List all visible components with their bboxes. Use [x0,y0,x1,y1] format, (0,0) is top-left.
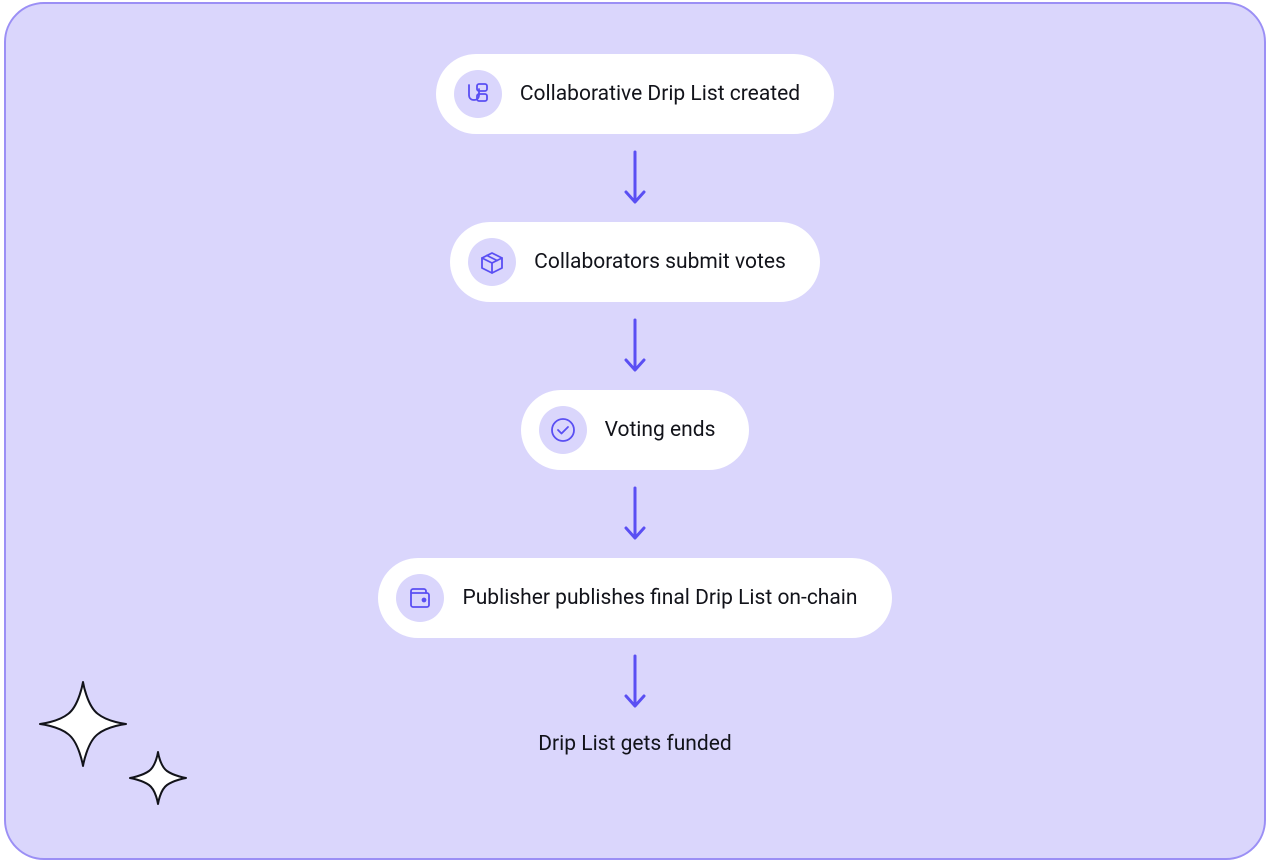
step-ends: Voting ends [521,390,750,470]
diagram-container: Collaborative Drip List created Collabor… [4,2,1266,860]
arrow-down-icon [621,316,649,376]
step-label: Collaborators submit votes [534,250,786,274]
step-publish: Publisher publishes final Drip List on-c… [378,558,891,638]
box-icon [468,238,516,286]
wallet-icon [396,574,444,622]
final-label: Drip List gets funded [538,732,731,756]
step-votes: Collaborators submit votes [450,222,820,302]
drip-icon [454,70,502,118]
step-label: Publisher publishes final Drip List on-c… [462,586,857,610]
step-label: Collaborative Drip List created [520,82,800,106]
arrow-down-icon [621,148,649,208]
sparkle-icon [28,674,208,814]
arrow-down-icon [621,484,649,544]
step-label: Voting ends [605,418,716,442]
arrow-down-icon [621,652,649,712]
step-create: Collaborative Drip List created [436,54,834,134]
check-circle-icon [539,406,587,454]
